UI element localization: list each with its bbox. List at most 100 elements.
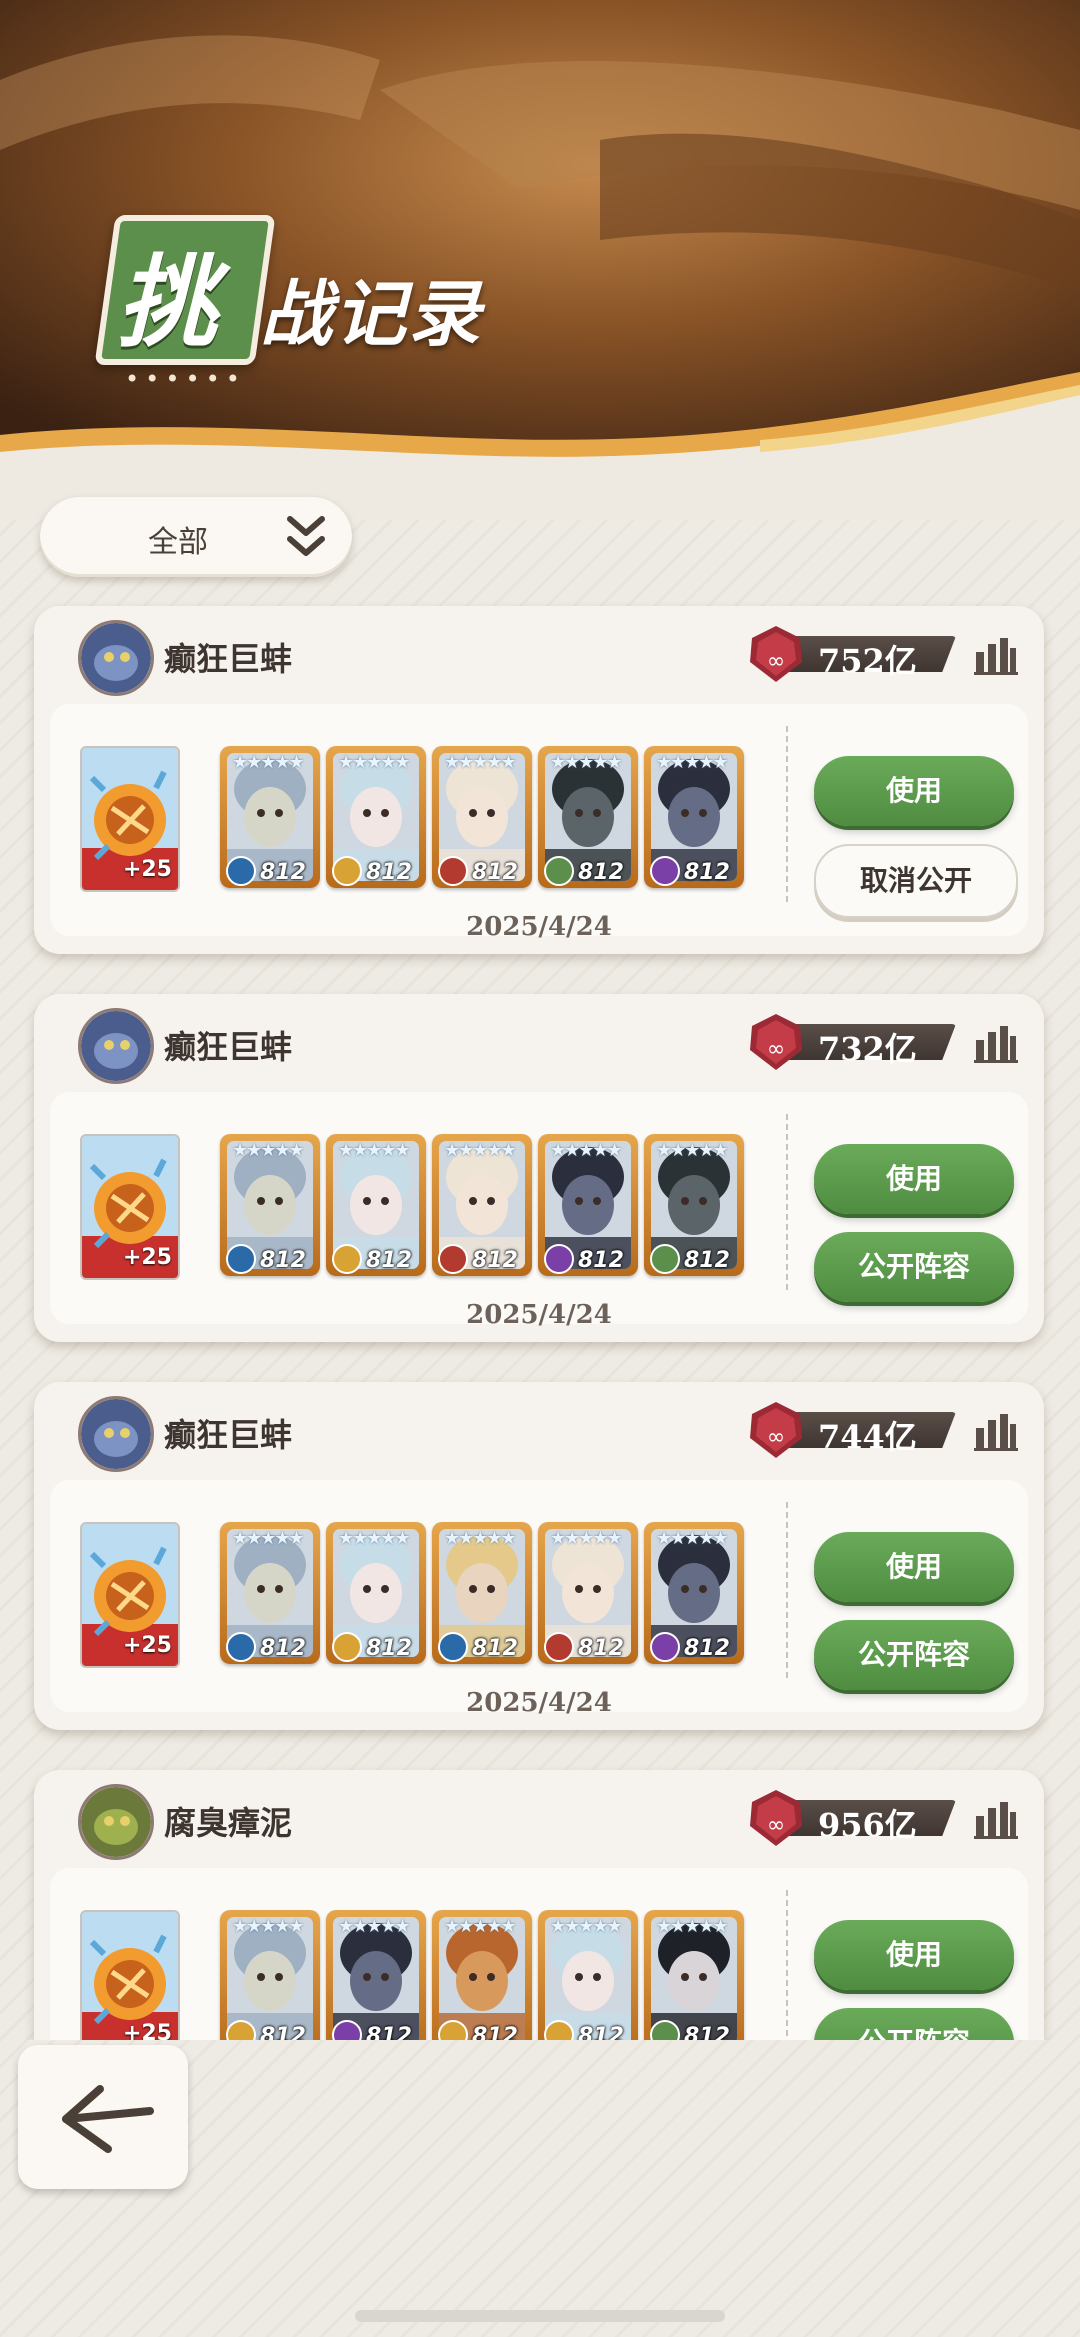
hero-card[interactable]: ★★★★★ 812	[644, 1134, 744, 1276]
hero-card[interactable]: ★★★★★ 812	[644, 1522, 744, 1664]
hero-level: 812	[366, 860, 412, 885]
pet-card[interactable]: +25	[80, 746, 180, 892]
infinity-crest-icon: ∞	[750, 1790, 802, 1846]
hero-card[interactable]: ★★★★★ 812	[538, 1910, 638, 2040]
pet-plus-label: +25	[122, 1245, 172, 1270]
hero-level: 812	[578, 860, 624, 885]
hero-class-icon	[332, 856, 362, 886]
damage-score: ∞ 732亿	[744, 1010, 1004, 1070]
boss-name: 癫狂巨蚌	[164, 640, 293, 678]
hero-card[interactable]: ★★★★★ 812	[644, 1910, 744, 2040]
hero-class-icon	[438, 1632, 468, 1662]
svg-text:∞: ∞	[767, 1425, 785, 1450]
record-card: 腐臭瘴泥 ∞ 956亿 +25 ★★★★★ 812 ★★★★★ 812 ★★★★★ 812 ★★★★…	[34, 1770, 1044, 2040]
back-arrow-icon	[62, 2085, 154, 2153]
pet-card[interactable]: +25	[80, 1134, 180, 1280]
hero-class-icon	[438, 1244, 468, 1274]
star-rating-icon: ★★★★★	[338, 1528, 411, 1549]
hero-card[interactable]: ★★★★★ 812	[220, 1522, 320, 1664]
hero-level: 812	[684, 1248, 730, 1273]
record-list[interactable]: 癫狂巨蚌 ∞ 752亿 +25 ★★★★★ 812 ★★★★★ 812 ★★★★★ 812 ★★★★…	[0, 0, 1080, 2040]
infinity-crest-icon: ∞	[750, 626, 802, 682]
star-rating-icon: ★★★★★	[232, 1140, 305, 1161]
star-rating-icon: ★★★★★	[444, 752, 517, 773]
bar-chart-icon[interactable]	[974, 1024, 1018, 1064]
publish-lineup-button[interactable]: 公开阵容	[814, 1232, 1014, 1302]
hero-level: 812	[578, 2024, 624, 2040]
hero-card[interactable]: ★★★★★ 812	[644, 746, 744, 888]
divider	[786, 1890, 788, 2040]
use-button[interactable]: 使用	[814, 1144, 1014, 1214]
hero-class-icon	[650, 1244, 680, 1274]
hero-card[interactable]: ★★★★★ 812	[432, 1522, 532, 1664]
hero-card[interactable]: ★★★★★ 812	[220, 746, 320, 888]
hero-card[interactable]: ★★★★★ 812	[432, 1134, 532, 1276]
hero-level: 812	[260, 2024, 306, 2040]
svg-text:∞: ∞	[767, 1813, 785, 1838]
record-card: 癫狂巨蚌 ∞ 732亿 +25 ★★★★★ 812 ★★★★★ 812 ★★★★★ 812 ★★★★…	[34, 994, 1044, 1342]
pet-plus-label: +25	[122, 1633, 172, 1658]
hero-level: 812	[366, 1636, 412, 1661]
divider	[786, 726, 788, 902]
hero-class-icon	[226, 1244, 256, 1274]
hero-level: 812	[472, 2024, 518, 2040]
hero-level: 812	[472, 1248, 518, 1273]
hero-level: 812	[472, 860, 518, 885]
use-button[interactable]: 使用	[814, 1920, 1014, 1990]
hero-level: 812	[578, 1636, 624, 1661]
star-rating-icon: ★★★★★	[444, 1528, 517, 1549]
damage-score: ∞ 956亿	[744, 1786, 1004, 1846]
hero-level: 812	[578, 1248, 624, 1273]
hero-card[interactable]: ★★★★★ 812	[326, 746, 426, 888]
star-rating-icon: ★★★★★	[656, 1140, 729, 1161]
hero-card[interactable]: ★★★★★ 812	[220, 1134, 320, 1276]
hero-class-icon	[650, 1632, 680, 1662]
hero-level: 812	[366, 2024, 412, 2040]
record-date: 2025/4/24	[466, 1688, 612, 1718]
publish-lineup-button[interactable]: 公开阵容	[814, 1620, 1014, 1690]
boss-name: 腐臭瘴泥	[164, 1804, 293, 1842]
hero-class-icon	[332, 1632, 362, 1662]
hero-card[interactable]: ★★★★★ 812	[538, 746, 638, 888]
hero-class-icon	[544, 1632, 574, 1662]
infinity-crest-icon: ∞	[750, 1402, 802, 1458]
hero-card[interactable]: ★★★★★ 812	[220, 1910, 320, 2040]
star-rating-icon: ★★★★★	[656, 1916, 729, 1937]
hero-level: 812	[260, 1636, 306, 1661]
star-rating-icon: ★★★★★	[338, 1916, 411, 1937]
hero-card[interactable]: ★★★★★ 812	[326, 1910, 426, 2040]
back-button[interactable]	[18, 2045, 188, 2189]
use-button[interactable]: 使用	[814, 756, 1014, 826]
hero-card[interactable]: ★★★★★ 812	[432, 1910, 532, 2040]
unpublish-button[interactable]: 取消公开	[814, 844, 1018, 918]
use-button[interactable]: 使用	[814, 1532, 1014, 1602]
hero-level: 812	[366, 1248, 412, 1273]
bar-chart-icon[interactable]	[974, 636, 1018, 676]
star-rating-icon: ★★★★★	[550, 752, 623, 773]
hero-class-icon	[226, 1632, 256, 1662]
star-rating-icon: ★★★★★	[232, 752, 305, 773]
publish-lineup-button[interactable]: 公开阵容	[814, 2008, 1014, 2040]
hero-card[interactable]: ★★★★★ 812	[326, 1522, 426, 1664]
hero-card[interactable]: ★★★★★ 812	[538, 1134, 638, 1276]
boss-avatar	[78, 1784, 154, 1860]
star-rating-icon: ★★★★★	[550, 1140, 623, 1161]
boss-avatar	[78, 1396, 154, 1472]
hero-class-icon	[332, 1244, 362, 1274]
boss-avatar	[78, 1008, 154, 1084]
star-rating-icon: ★★★★★	[550, 1916, 623, 1937]
hero-card[interactable]: ★★★★★ 812	[326, 1134, 426, 1276]
pet-card[interactable]: +25	[80, 1522, 180, 1668]
divider	[786, 1114, 788, 1290]
hero-level: 812	[684, 2024, 730, 2040]
score-value: 956亿	[818, 1806, 917, 1844]
record-date: 2025/4/24	[466, 1300, 612, 1330]
hero-card[interactable]: ★★★★★ 812	[432, 746, 532, 888]
damage-score: ∞ 752亿	[744, 622, 1004, 682]
boss-name: 癫狂巨蚌	[164, 1028, 293, 1066]
pet-card[interactable]: +25	[80, 1910, 180, 2040]
hero-card[interactable]: ★★★★★ 812	[538, 1522, 638, 1664]
hero-level: 812	[260, 860, 306, 885]
bar-chart-icon[interactable]	[974, 1412, 1018, 1452]
bar-chart-icon[interactable]	[974, 1800, 1018, 1840]
